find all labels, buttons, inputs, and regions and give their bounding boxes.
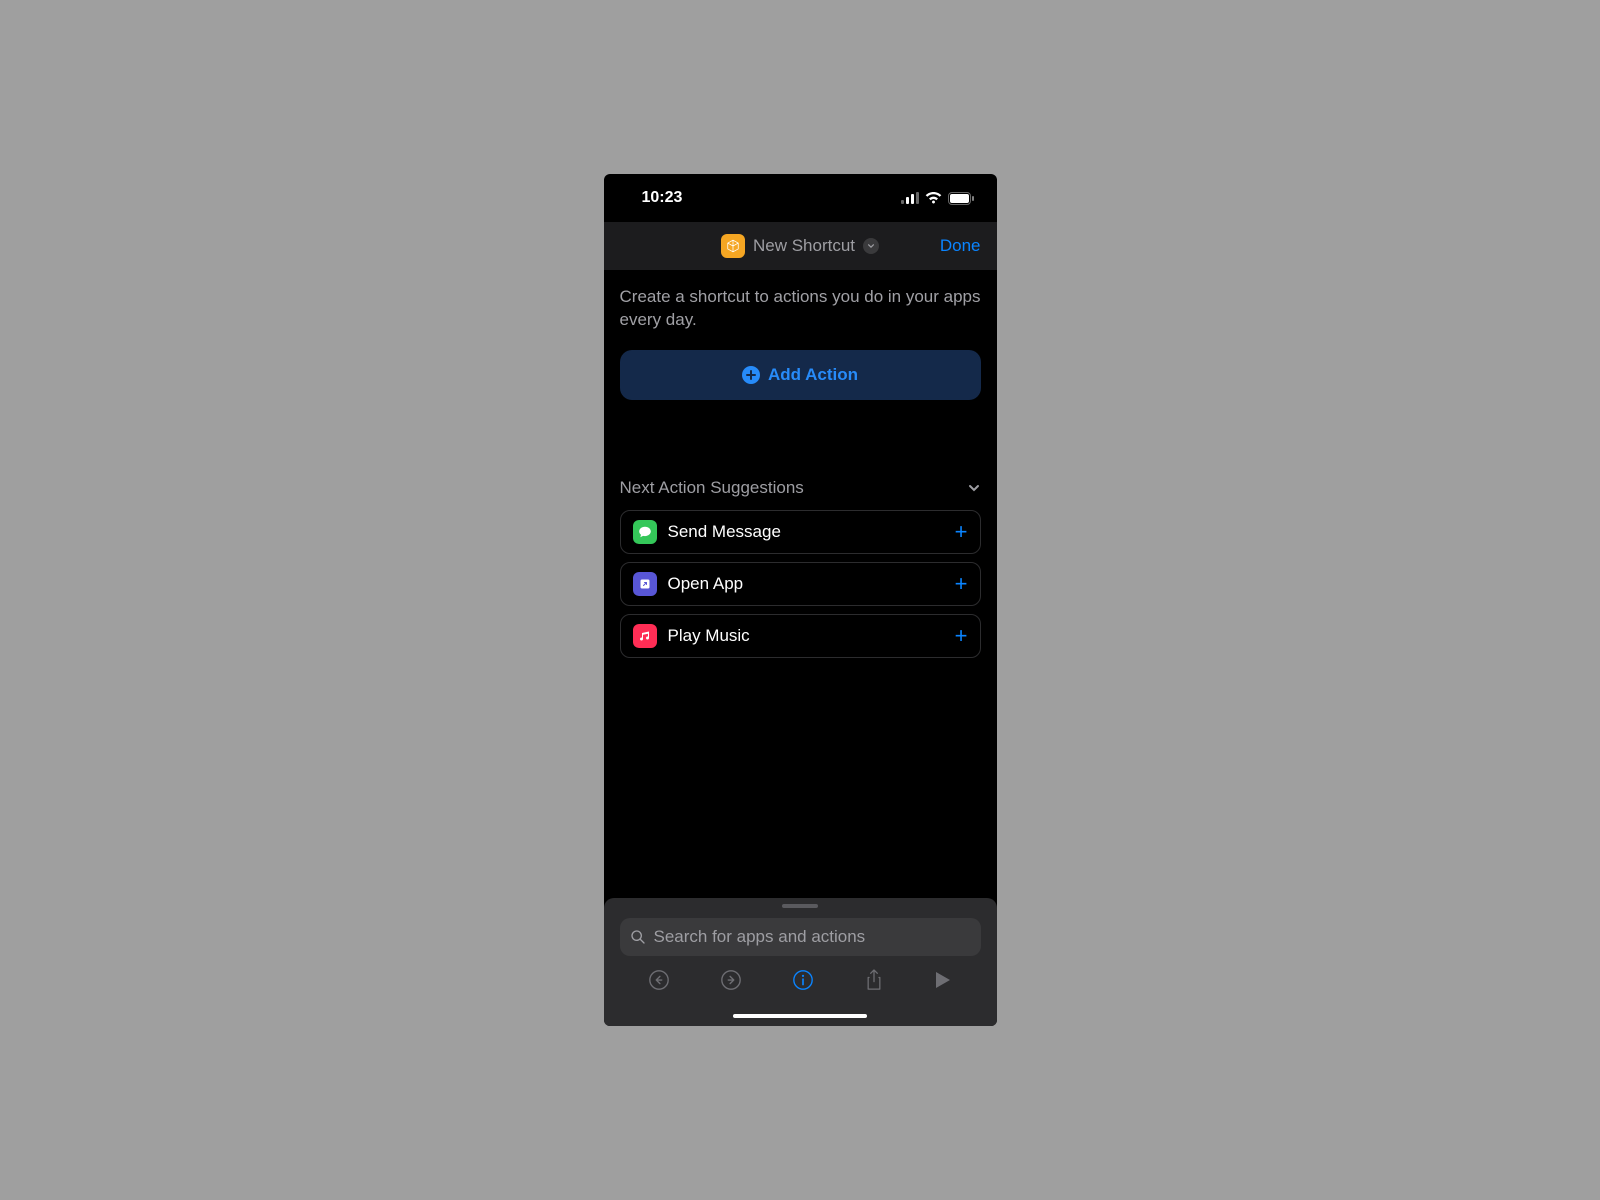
open-app-icon	[633, 572, 657, 596]
bottom-sheet	[604, 898, 997, 1026]
status-bar: 10:23	[604, 174, 997, 222]
info-button[interactable]	[792, 969, 814, 996]
suggestions-header[interactable]: Next Action Suggestions	[620, 478, 981, 498]
wifi-icon	[925, 192, 942, 204]
music-app-icon	[633, 624, 657, 648]
search-bar[interactable]	[620, 918, 981, 956]
status-icons	[901, 192, 975, 205]
bottom-toolbar	[620, 956, 981, 1008]
add-action-label: Add Action	[768, 365, 858, 385]
status-time: 10:23	[642, 189, 683, 207]
description-text: Create a shortcut to actions you do in y…	[620, 286, 981, 332]
search-icon	[630, 929, 646, 945]
chevron-down-icon	[967, 481, 981, 495]
cellular-icon	[901, 192, 919, 204]
chevron-down-icon	[863, 238, 879, 254]
share-button[interactable]	[864, 968, 884, 997]
suggestion-label: Play Music	[668, 626, 944, 646]
suggestion-label: Open App	[668, 574, 944, 594]
messages-app-icon	[633, 520, 657, 544]
undo-button[interactable]	[648, 969, 670, 996]
add-action-button[interactable]: Add Action	[620, 350, 981, 400]
suggestion-label: Send Message	[668, 522, 944, 542]
redo-button[interactable]	[720, 969, 742, 996]
done-button[interactable]: Done	[940, 236, 981, 256]
nav-title-group[interactable]: New Shortcut	[721, 234, 879, 258]
nav-title: New Shortcut	[753, 236, 855, 256]
search-input[interactable]	[654, 927, 971, 947]
play-button[interactable]	[934, 970, 952, 995]
shortcut-app-icon	[721, 234, 745, 258]
suggestion-row[interactable]: Open App +	[620, 562, 981, 606]
sheet-grabber[interactable]	[782, 904, 818, 908]
main-content: Create a shortcut to actions you do in y…	[604, 270, 997, 898]
phone-screen: 10:23 New Shortcut Done Create a shortcu…	[604, 174, 997, 1026]
suggestion-row[interactable]: Send Message +	[620, 510, 981, 554]
nav-bar: New Shortcut Done	[604, 222, 997, 270]
add-suggestion-button[interactable]: +	[955, 521, 968, 543]
plus-circle-icon	[742, 366, 760, 384]
add-suggestion-button[interactable]: +	[955, 573, 968, 595]
battery-icon	[948, 192, 975, 205]
add-suggestion-button[interactable]: +	[955, 625, 968, 647]
suggestion-row[interactable]: Play Music +	[620, 614, 981, 658]
home-indicator[interactable]	[733, 1014, 867, 1018]
suggestions-title: Next Action Suggestions	[620, 478, 804, 498]
